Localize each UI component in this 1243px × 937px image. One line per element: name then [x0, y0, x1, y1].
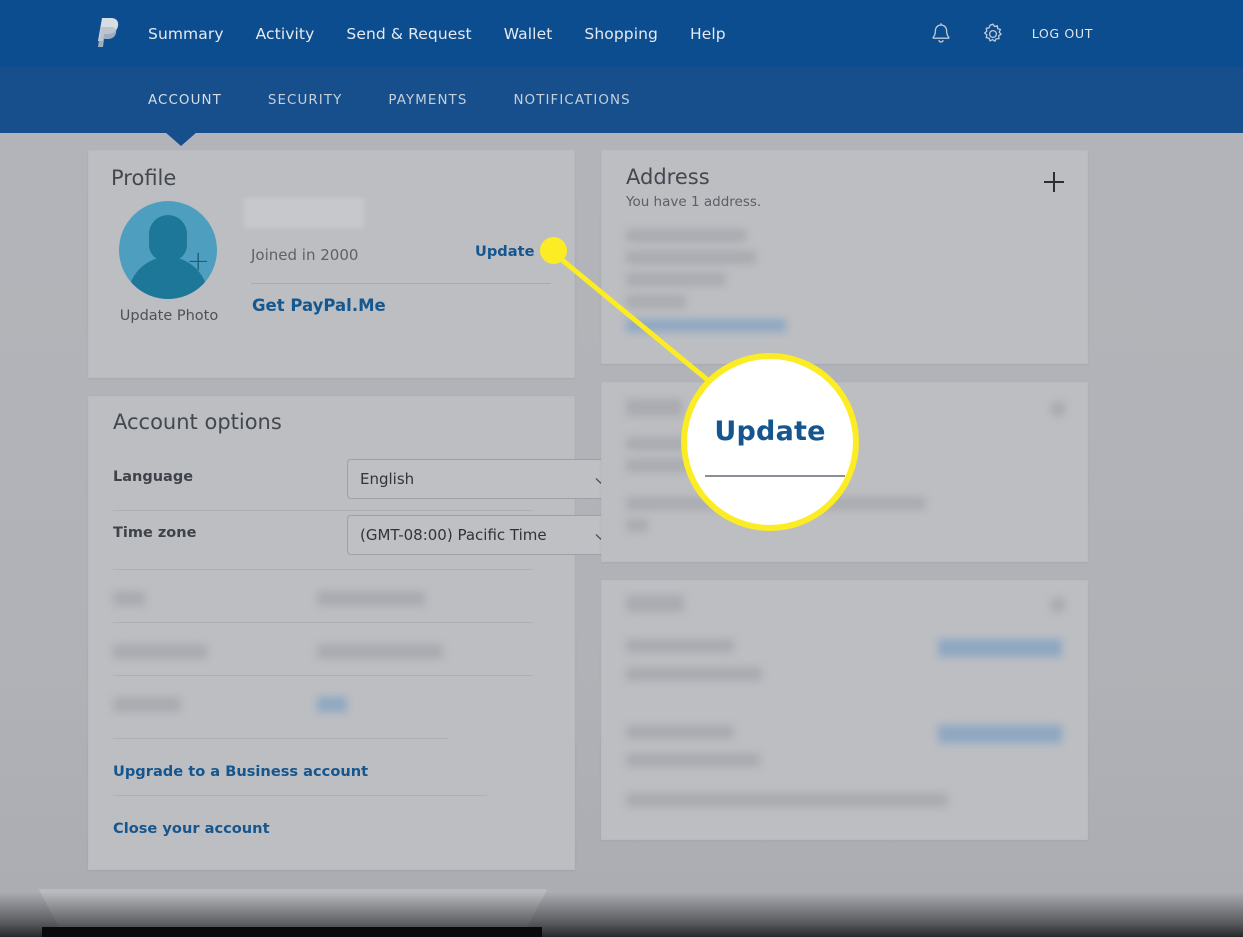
account-options-card: Account options Language English Time zo… [88, 396, 621, 870]
blurred-option-row-1 [113, 579, 553, 619]
language-label: Language [113, 469, 194, 485]
blurred-option-row-3 [113, 685, 553, 725]
nav-item-send-request[interactable]: Send & Request [346, 25, 471, 43]
logout-button[interactable]: LOG OUT [1032, 26, 1093, 41]
top-header-bar: Summary Activity Send & Request Wallet S… [0, 0, 1243, 67]
timezone-value: (GMT-08:00) Pacific Time [360, 526, 547, 544]
nav-item-shopping[interactable]: Shopping [584, 25, 658, 43]
options-divider-3 [113, 622, 533, 623]
update-photo-label[interactable]: Update Photo [119, 308, 219, 324]
get-paypalme-link[interactable]: Get PayPal.Me [252, 296, 386, 315]
options-divider-4 [113, 675, 533, 676]
profile-divider [251, 283, 551, 284]
address-card-title: Address [626, 165, 710, 189]
notification-bell-icon[interactable] [928, 21, 954, 47]
nav-item-help[interactable]: Help [690, 25, 726, 43]
timezone-select[interactable]: (GMT-08:00) Pacific Time [347, 515, 621, 555]
paypal-logo-icon[interactable] [97, 17, 121, 50]
nav-item-activity[interactable]: Activity [256, 25, 315, 43]
magnified-divider [705, 475, 845, 477]
options-divider-5 [113, 738, 449, 739]
account-options-title: Account options [113, 410, 282, 434]
tab-security[interactable]: SECURITY [268, 93, 343, 108]
address-card: Address You have 1 address. [601, 150, 1088, 364]
tab-payments[interactable]: PAYMENTS [388, 93, 467, 108]
close-account-link[interactable]: Close your account [113, 820, 270, 837]
options-divider-1 [113, 510, 533, 511]
callout-magnifier: Update [681, 353, 859, 531]
active-tab-pointer [165, 132, 197, 146]
upgrade-business-account-link[interactable]: Upgrade to a Business account [113, 763, 368, 780]
profile-update-link[interactable]: Update [475, 243, 534, 260]
add-address-plus-icon[interactable] [1041, 169, 1067, 195]
language-select[interactable]: English [347, 459, 621, 499]
blurred-address-details [626, 229, 886, 332]
magnified-update-label: Update [714, 416, 826, 447]
joined-date-label: Joined in 2000 [251, 246, 359, 264]
nav-item-wallet[interactable]: Wallet [504, 25, 553, 43]
tab-account[interactable]: ACCOUNT [148, 93, 222, 108]
profile-card-title: Profile [111, 166, 177, 190]
paypal-account-settings-page: Summary Activity Send & Request Wallet S… [0, 0, 1243, 937]
profile-card: Profile + Update Photo [88, 150, 575, 378]
settings-gear-icon[interactable] [980, 21, 1006, 47]
avatar-head-shape [149, 215, 187, 261]
address-count-label: You have 1 address. [626, 194, 762, 210]
options-divider-6 [113, 795, 487, 796]
primary-nav: Summary Activity Send & Request Wallet S… [148, 0, 726, 67]
bottom-dark-strip [42, 927, 542, 937]
user-name-redacted [244, 198, 364, 228]
tab-notifications[interactable]: NOTIFICATIONS [513, 93, 630, 108]
settings-tabs: ACCOUNT SECURITY PAYMENTS NOTIFICATIONS [148, 67, 631, 133]
email-card-blurred [601, 580, 1088, 840]
secondary-nav-bar: ACCOUNT SECURITY PAYMENTS NOTIFICATIONS [0, 67, 1243, 133]
options-divider-2 [113, 569, 533, 570]
timezone-label: Time zone [113, 525, 197, 541]
language-value: English [360, 470, 415, 488]
plus-icon[interactable]: + [187, 247, 210, 275]
blurred-option-row-2 [113, 632, 553, 672]
callout-anchor-dot [540, 237, 567, 264]
nav-item-summary[interactable]: Summary [148, 25, 224, 43]
blurred-email-content [626, 595, 1074, 825]
avatar-block[interactable]: + Update Photo [119, 201, 219, 324]
header-actions: LOG OUT [928, 0, 1093, 67]
